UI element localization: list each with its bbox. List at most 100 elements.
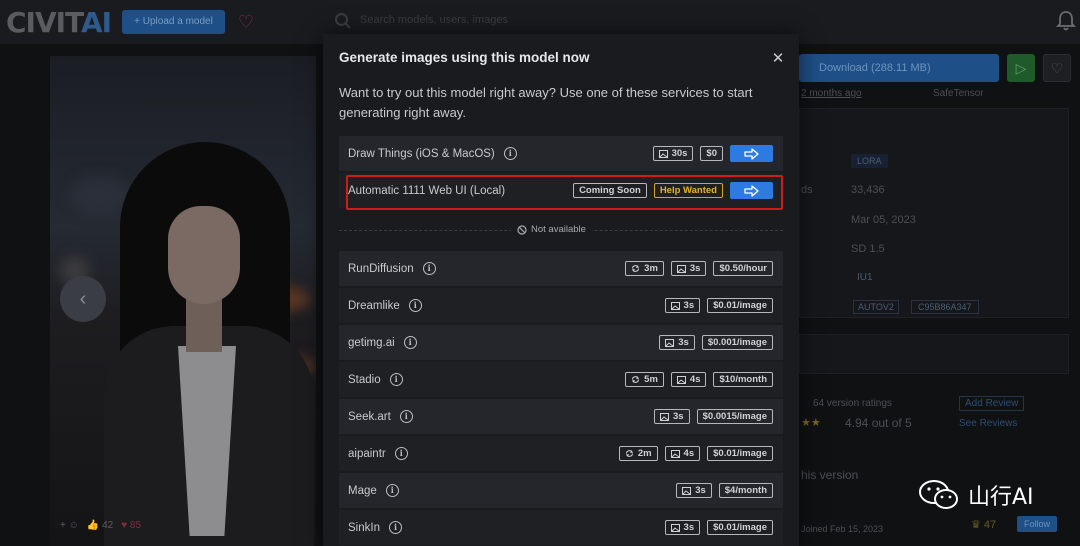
logo-text-ai: AI: [80, 6, 112, 39]
updated-text: 2 months ago: [801, 88, 862, 99]
price-badge: $0.01/image: [707, 298, 773, 313]
service-badges: 30s $0: [652, 136, 773, 171]
service-name: SinkIn: [348, 521, 380, 534]
time-badge-value: 3s: [678, 337, 689, 348]
app-root: CIVITAI + Upload a model ♡ Search models…: [0, 0, 1080, 546]
service-row-draw-things[interactable]: Draw Things (iOS & MacOS) i 30s $0: [339, 136, 783, 171]
go-button[interactable]: [730, 145, 773, 162]
search-icon: [335, 13, 351, 29]
service-name: Draw Things (iOS & MacOS): [348, 147, 495, 160]
time-badge: 3s: [659, 335, 695, 350]
image-icon: [670, 301, 680, 310]
service-badges: 3s $0.001/image: [659, 325, 773, 360]
service-name: aipaintr: [348, 447, 386, 460]
trigger-word[interactable]: IU1: [857, 272, 873, 283]
image-icon: [670, 449, 680, 458]
service-row[interactable]: Dreamlike i 3s $0.01/image: [339, 288, 783, 323]
details-card: [799, 108, 1069, 318]
collapsed-section[interactable]: [799, 334, 1069, 374]
follow-button[interactable]: Follow: [1017, 516, 1058, 532]
price-badge: $0.01/image: [707, 446, 773, 461]
heart-count-value: 85: [129, 520, 142, 531]
uploaded-value: Mar 05, 2023: [851, 214, 916, 226]
time-badge-value: 4s: [689, 374, 701, 385]
info-icon[interactable]: i: [403, 336, 417, 349]
service-row[interactable]: Seek.art i 3s $0.0015/image: [339, 399, 783, 434]
rating-text: 4.94 out of 5: [845, 416, 912, 430]
service-badges: 3s $0.01/image: [664, 288, 773, 323]
service-row[interactable]: Stadio i 5m 4s $10/month: [339, 362, 783, 397]
search-input[interactable]: Search models, users, images: [360, 14, 508, 26]
heart-count[interactable]: ♥ 85: [121, 520, 141, 531]
type-tag: LORA: [851, 154, 888, 168]
safetensor-label: SafeTensor: [933, 88, 984, 99]
price-badge: $0.01/image: [707, 520, 773, 535]
service-badges: 3s $4/month: [676, 473, 773, 508]
info-icon[interactable]: i: [422, 262, 436, 275]
time-badge: 3s: [664, 520, 701, 535]
civitai-logo[interactable]: CIVITAI: [6, 6, 112, 40]
not-available-text: Not available: [531, 224, 586, 235]
time-badge: 4s: [664, 446, 701, 461]
service-row[interactable]: getimg.ai i 3s $0.001/image: [339, 325, 783, 360]
image-icon: [659, 412, 669, 421]
info-icon[interactable]: i: [388, 521, 402, 534]
queue-badge: 5m: [625, 372, 664, 387]
service-row[interactable]: SinkIn i 3s $0.01/image: [339, 510, 783, 545]
info-icon[interactable]: i: [394, 447, 408, 460]
like-count[interactable]: 👍 42: [87, 520, 113, 531]
service-row[interactable]: Mage i 3s $4/month: [339, 473, 783, 508]
service-name: Dreamlike: [348, 299, 400, 312]
time-badge-value: 30s: [671, 148, 688, 159]
price-badge: $10/month: [713, 372, 773, 387]
time-badge: 3s: [676, 483, 712, 498]
info-icon[interactable]: i: [389, 373, 403, 386]
like-count-value: 42: [102, 520, 114, 531]
discussion-label: his version: [801, 468, 859, 482]
info-icon[interactable]: i: [385, 484, 399, 497]
time-badge-value: 3s: [689, 263, 701, 274]
service-badges: 3m 3s $0.50/hour: [625, 251, 773, 286]
watermark-text: 山行AI: [968, 485, 1034, 510]
hash-value[interactable]: C95B86A347: [911, 300, 979, 314]
price-badge: $0.50/hour: [713, 261, 773, 276]
downloads-label: ds: [801, 184, 813, 196]
service-name: Mage: [348, 484, 377, 497]
red-highlight-box: [346, 175, 783, 210]
image-icon: [676, 375, 686, 384]
upload-model-button[interactable]: + Upload a model: [122, 10, 225, 34]
time-badge: 4s: [670, 372, 707, 387]
queue-badge-value: 3m: [644, 263, 658, 274]
see-reviews-link[interactable]: See Reviews: [959, 418, 1017, 429]
close-icon[interactable]: ✕: [769, 50, 787, 68]
service-row[interactable]: RunDiffusion i 3m 3s $0.50/hour: [339, 251, 783, 286]
time-badge-value: 3s: [695, 485, 706, 496]
service-badges: 3s $0.0015/image: [653, 399, 773, 434]
ratings-count: 64 version ratings: [813, 398, 892, 409]
bell-icon[interactable]: [1056, 10, 1076, 32]
info-icon[interactable]: i: [408, 299, 422, 312]
queue-badge: 3m: [625, 261, 664, 276]
heart-icon[interactable]: ♡: [234, 10, 258, 34]
favorite-button[interactable]: ♡: [1043, 54, 1071, 82]
arrow-right-icon: [743, 147, 759, 160]
time-badge: 30s: [652, 146, 694, 161]
base-model-value: SD 1.5: [851, 243, 885, 255]
price-badge: $0: [700, 146, 723, 161]
service-row[interactable]: aipaintr i 2m 4s $0.01/image: [339, 436, 783, 471]
info-icon[interactable]: i: [503, 147, 517, 160]
add-reaction-icon[interactable]: + ☺: [60, 520, 79, 531]
hash-type[interactable]: AUTOV2: [853, 300, 899, 314]
service-name: RunDiffusion: [348, 262, 414, 275]
creator-likes: ♛ 47: [971, 519, 997, 531]
download-button[interactable]: Download (288.11 MB): [799, 54, 999, 82]
add-review-button[interactable]: Add Review: [959, 396, 1025, 411]
modal-title: Generate images using this model now: [339, 50, 590, 65]
generate-button[interactable]: ▷: [1007, 54, 1035, 82]
info-icon[interactable]: i: [399, 410, 413, 423]
image-icon: [665, 338, 675, 347]
image-icon: [682, 486, 692, 495]
not-available-label: Not available: [511, 224, 592, 235]
service-badges: 5m 4s $10/month: [625, 362, 773, 397]
carousel-prev-button[interactable]: ‹: [60, 276, 106, 322]
